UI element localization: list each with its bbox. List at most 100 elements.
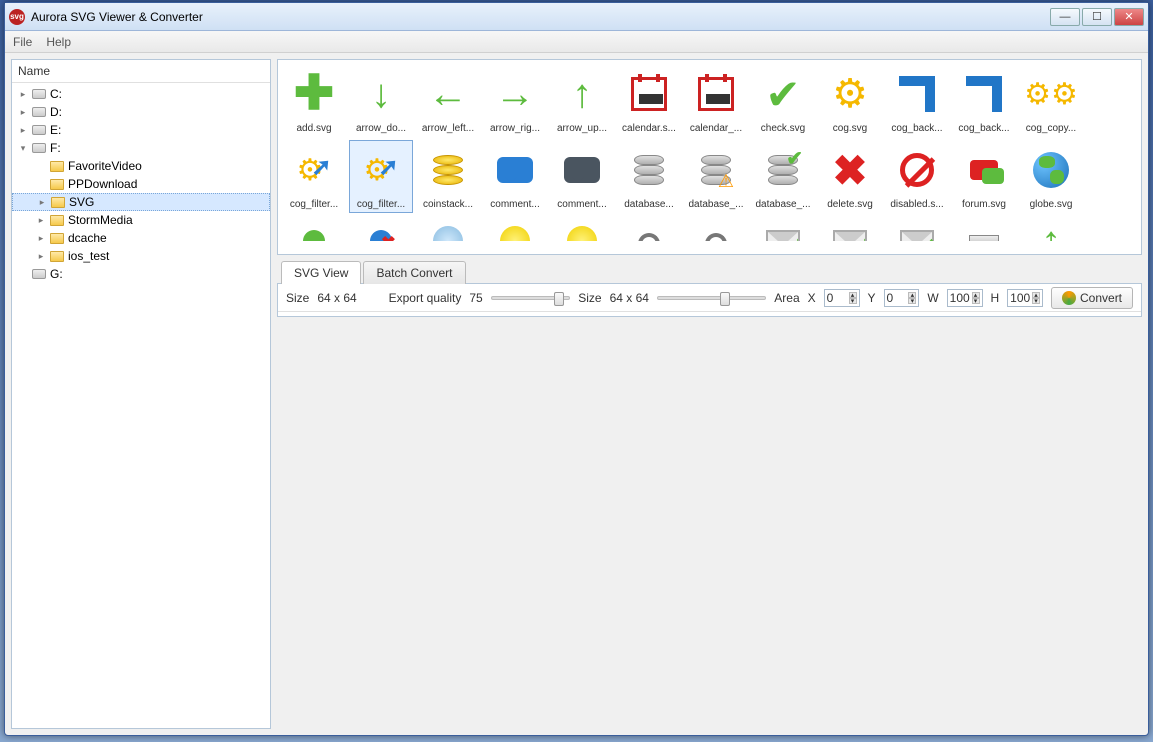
thumbnail[interactable]: ↑arrow_up...: [550, 64, 614, 137]
area-y-input[interactable]: 0▴▾: [884, 289, 920, 307]
thumbnail-panel[interactable]: ✚ add.svg ↓arrow_do...←arrow_left...→arrow…: [277, 59, 1142, 255]
thumbnail[interactable]: [282, 216, 346, 242]
area-h-input[interactable]: 100▴▾: [1007, 289, 1043, 307]
thumb-plus-icon: ✚: [287, 67, 341, 121]
thumbnail[interactable]: comment...: [550, 140, 614, 213]
thumbnail[interactable]: cog_back...: [885, 64, 949, 137]
thumb-label: calendar_...: [687, 123, 745, 134]
minimize-button[interactable]: —: [1050, 8, 1080, 26]
tree-label: StormMedia: [68, 213, 133, 227]
thumbnail[interactable]: ⚙➚cog_filter...: [349, 140, 413, 213]
thumbnail[interactable]: globe.svg: [1019, 140, 1083, 213]
area-label: Area: [774, 291, 799, 305]
expander-icon[interactable]: ▾: [18, 143, 28, 153]
tree-node[interactable]: ▸E:: [12, 121, 270, 139]
thumbnail[interactable]: [483, 216, 547, 242]
thumbnail[interactable]: [684, 216, 748, 242]
thumbnail[interactable]: ←arrow_left...: [416, 64, 480, 137]
thumbnail[interactable]: cog_back...: [952, 64, 1016, 137]
thumbnail[interactable]: ✚ add.svg: [282, 64, 346, 137]
titlebar[interactable]: svg Aurora SVG Viewer & Converter — ☐ ✕: [5, 3, 1148, 31]
thumb-label: database...: [620, 199, 678, 210]
app-window: svg Aurora SVG Viewer & Converter — ☐ ✕ …: [4, 2, 1149, 736]
close-button[interactable]: ✕: [1114, 8, 1144, 26]
thumb-cog-arrow-icon: ⚙➚: [354, 143, 408, 197]
thumbnail[interactable]: ↓: [818, 216, 882, 242]
thumbnail[interactable]: ⚙➚cog_filter...: [282, 140, 346, 213]
thumb-corner-icon: [957, 67, 1011, 121]
expander-icon[interactable]: [18, 269, 28, 279]
thumbnail[interactable]: ⚠database_...: [684, 140, 748, 213]
thumbnail[interactable]: ↓arrow_do...: [349, 64, 413, 137]
thumb-label: add.svg: [285, 123, 343, 134]
thumbnail[interactable]: ↑: [885, 216, 949, 242]
thumbnail[interactable]: ⚙cog.svg: [818, 64, 882, 137]
thumbnail[interactable]: →arrow_rig...: [483, 64, 547, 137]
thumbnail[interactable]: ✖delete.svg: [818, 140, 882, 213]
tree-node[interactable]: ▸ D:: [12, 103, 270, 121]
thumbnail[interactable]: ✖: [349, 216, 413, 242]
thumbnail[interactable]: forum.svg: [952, 140, 1016, 213]
tree-node[interactable]: ▾F:: [12, 139, 270, 157]
tree-label: D:: [50, 105, 62, 119]
thumb-cogs-icon: ⚙⚙: [1024, 67, 1078, 121]
thumbnail[interactable]: calendar_...: [684, 64, 748, 137]
thumbnail[interactable]: ✔check.svg: [751, 64, 815, 137]
export-quality-label: Export quality: [389, 291, 462, 305]
thumbnail[interactable]: ✔database_...: [751, 140, 815, 213]
expander-icon[interactable]: ▸: [18, 89, 28, 99]
tree-node[interactable]: ▸C:: [12, 85, 270, 103]
expander-icon[interactable]: ▸: [36, 233, 46, 243]
thumbnail[interactable]: calendar.s...: [617, 64, 681, 137]
area-x-input[interactable]: 0▴▾: [824, 289, 860, 307]
thumbnail[interactable]: disabled.s...: [885, 140, 949, 213]
expander-icon[interactable]: ▸: [36, 215, 46, 225]
thumbnail[interactable]: [416, 216, 480, 242]
tab-svg-view[interactable]: SVG View: [281, 261, 361, 284]
w-label: W: [927, 291, 938, 305]
tree-node[interactable]: ▸ios_test: [12, 247, 270, 265]
tree-node[interactable]: G:: [12, 265, 270, 283]
tree-label: SVG: [69, 195, 94, 209]
thumbnail[interactable]: ⚙⚙cog_copy...: [1019, 64, 1083, 137]
tree-node[interactable]: ▸ SVG: [12, 193, 270, 211]
thumb-forum-icon: [957, 143, 1011, 197]
thumbnail[interactable]: database...: [617, 140, 681, 213]
maximize-button[interactable]: ☐: [1082, 8, 1112, 26]
preview-panel: Size 64 x 64 Export quality 75 Size 64 x…: [277, 283, 1142, 317]
thumbnail[interactable]: [617, 216, 681, 242]
thumb-label: cog.svg: [821, 123, 879, 134]
thumbnail[interactable]: comment...: [483, 140, 547, 213]
tree-node[interactable]: ▸ StormMedia: [12, 211, 270, 229]
preview-toolbar: Size 64 x 64 Export quality 75 Size 64 x…: [278, 284, 1141, 312]
thumb-label: cog_back...: [888, 123, 946, 134]
menu-file[interactable]: File: [13, 35, 32, 49]
expander-icon[interactable]: ▸: [37, 197, 47, 207]
expander-icon[interactable]: ▸: [18, 107, 28, 117]
convert-button[interactable]: Convert: [1051, 287, 1133, 309]
thumbnail[interactable]: coinstack...: [416, 140, 480, 213]
tree-header[interactable]: Name: [12, 60, 270, 83]
drive-icon: [32, 125, 46, 135]
thumb-env-down-g-icon: ↓: [823, 219, 877, 242]
size-slider[interactable]: [657, 296, 766, 300]
tree-node[interactable]: FavoriteVideo: [12, 157, 270, 175]
expander-icon[interactable]: [36, 161, 46, 171]
quality-slider[interactable]: [491, 296, 571, 300]
area-w-input[interactable]: 100▴▾: [947, 289, 983, 307]
menu-help[interactable]: Help: [46, 35, 71, 49]
folder-tree[interactable]: ▸C:▸D:▸E:▾F:FavoriteVideoPPDownload▸SVG▸…: [12, 83, 270, 728]
tree-node[interactable]: PPDownload: [12, 175, 270, 193]
thumbnail[interactable]: ↓: [751, 216, 815, 242]
thumbnail[interactable]: [952, 216, 1016, 242]
tree-node[interactable]: ▸dcache: [12, 229, 270, 247]
tab-batch-convert[interactable]: Batch Convert: [363, 261, 465, 284]
convert-icon: [1062, 291, 1076, 305]
expander-icon[interactable]: [36, 179, 46, 189]
thumbnail[interactable]: [550, 216, 614, 242]
folder-icon: [50, 233, 64, 244]
expander-icon[interactable]: ▸: [18, 125, 28, 135]
thumbnail[interactable]: ↑: [1019, 216, 1083, 242]
expander-icon[interactable]: ▸: [36, 251, 46, 261]
thumb-calendar-icon: [689, 67, 743, 121]
